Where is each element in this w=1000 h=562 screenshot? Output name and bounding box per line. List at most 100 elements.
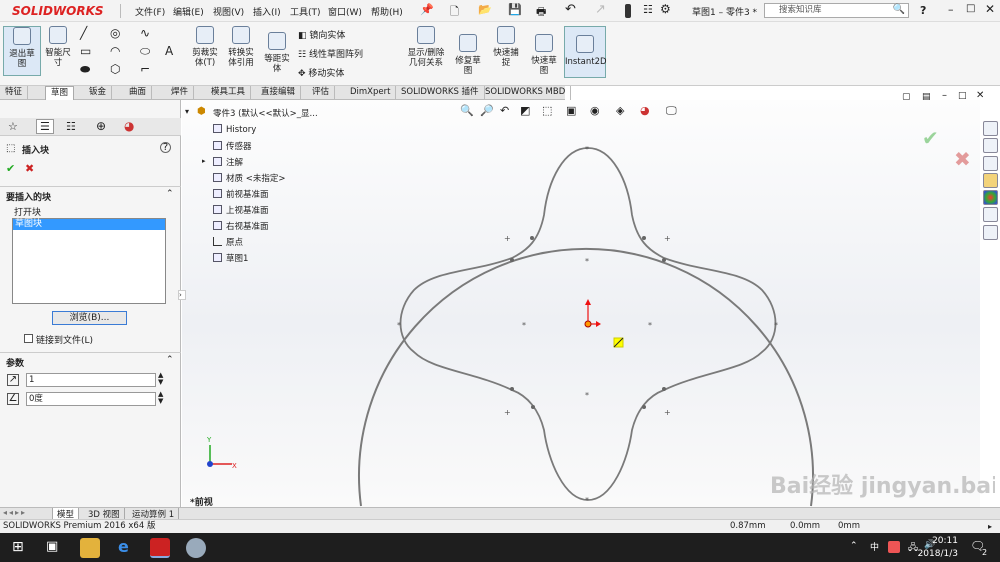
scale-spinner-icon[interactable]: ▲ ▼ (158, 372, 163, 386)
show-relations-button[interactable]: 显示/删除 几何关系 (404, 26, 448, 68)
solidworks-taskbar-icon[interactable] (150, 538, 170, 558)
spline-point-marker[interactable]: * (585, 496, 589, 505)
menu-tools[interactable]: 工具(T) (290, 5, 321, 18)
new-file-icon[interactable]: 🗋 (450, 3, 459, 22)
clock-time[interactable]: 20:11 (924, 536, 958, 546)
tab-dimxpert[interactable]: DimXpert (345, 86, 397, 100)
select-icon[interactable]: ↗ (595, 2, 606, 17)
tab-evaluate[interactable]: 评估 (307, 86, 336, 100)
tab-solidworks-addins[interactable]: SOLIDWORKS 插件 (396, 86, 485, 100)
edge-browser-icon[interactable]: e (118, 537, 129, 556)
menu-insert[interactable]: 插入(I) (253, 5, 281, 18)
view-palette-icon[interactable] (983, 173, 998, 188)
custom-properties-icon[interactable] (983, 207, 998, 222)
options-list-icon[interactable]: ☷ (643, 3, 653, 16)
construction-point[interactable]: + (664, 234, 671, 243)
spline-point-marker[interactable]: * (585, 391, 589, 400)
tangent-point[interactable] (642, 236, 646, 240)
tangent-point[interactable] (662, 387, 666, 391)
close-icon[interactable]: ✕ (985, 2, 995, 16)
smart-dimension-button[interactable]: 智能尺 寸 (42, 26, 74, 68)
convert-entities-button[interactable]: 转换实 体引用 (224, 26, 258, 68)
rapid-sketch-button[interactable]: 快速草 图 (528, 34, 560, 76)
fillet-tool-icon[interactable]: ⌐ (140, 62, 150, 76)
menu-help[interactable]: 帮助(H) (371, 5, 403, 18)
menu-edit[interactable]: 编辑(E) (173, 5, 204, 18)
tab-direct-editing[interactable]: 直接编辑 (256, 86, 302, 100)
menu-window[interactable]: 窗口(W) (328, 5, 362, 18)
panel-collapse-handle[interactable]: › (178, 290, 186, 300)
confirmation-corner[interactable]: ✔ ✖ (922, 126, 971, 171)
mirror-entities-button[interactable]: ◧ 镜向实体 (298, 28, 345, 41)
offset-entities-button[interactable]: 等距实 体 (260, 32, 294, 74)
app-taskbar-icon[interactable] (186, 538, 206, 558)
polygon-tool-icon[interactable]: ⬡ (110, 62, 120, 76)
search-icon[interactable]: 🔍 (893, 4, 905, 16)
search-box[interactable]: 搜索知识库 🔍 (764, 3, 909, 18)
construction-point[interactable]: + (504, 408, 511, 417)
feature-manager-icon[interactable]: ☆ (8, 120, 18, 133)
slot-tool-icon[interactable]: ⬬ (80, 62, 90, 77)
tray-arrow-icon[interactable]: ⌃ (850, 541, 858, 551)
rectangle-tool-icon[interactable]: ▭ (80, 44, 91, 58)
tangent-point[interactable] (662, 258, 666, 262)
tangent-point[interactable] (642, 405, 646, 409)
angle-spinner-icon[interactable]: ▲ ▼ (158, 391, 163, 405)
text-tool-icon[interactable]: A (165, 44, 173, 58)
help-icon[interactable]: ? (920, 4, 926, 17)
link-to-file-checkbox[interactable] (24, 334, 33, 343)
tab-weldments[interactable]: 焊件 (166, 86, 195, 100)
status-expand-icon[interactable]: ▸ (988, 520, 992, 533)
traffic-light-icon[interactable] (625, 4, 631, 18)
clock-date[interactable]: 2018/1/3 (914, 549, 958, 559)
tab-sheet-metal[interactable]: 钣金 (84, 86, 113, 100)
exit-sketch-button[interactable]: 退出草 图 (3, 26, 41, 76)
maximize-icon[interactable]: □ (966, 3, 975, 14)
property-manager-icon[interactable]: ☰ (36, 119, 54, 134)
tab-solidworks-mbd[interactable]: SOLIDWORKS MBD (480, 86, 572, 100)
linear-pattern-button[interactable]: ☷ 线性草图阵列 (298, 47, 363, 60)
open-file-icon[interactable]: 📂 (478, 3, 492, 16)
tangent-point[interactable] (510, 387, 514, 391)
repair-sketch-button[interactable]: 修复草 图 (452, 34, 484, 76)
outer-circle-arc[interactable] (358, 247, 814, 507)
settings-gear-icon[interactable]: ⚙ (660, 2, 671, 16)
arc-tool-icon[interactable]: ◠ (110, 44, 120, 58)
tab-scroll-arrows-icon[interactable]: ◂◂▸▸ (3, 508, 27, 517)
configuration-manager-icon[interactable]: ☷ (66, 120, 76, 133)
open-blocks-list[interactable]: 草图块 (12, 218, 166, 304)
tangent-point[interactable] (531, 405, 535, 409)
tangent-point[interactable] (530, 236, 534, 240)
cancel-x-icon[interactable]: ✖ (25, 162, 34, 175)
tangent-point[interactable] (510, 258, 514, 262)
windows-start-icon[interactable]: ⊞ (12, 539, 24, 555)
pin-icon[interactable]: 📌 (420, 3, 434, 16)
menu-file[interactable]: 文件(F) (135, 5, 165, 18)
tab-mold-tools[interactable]: 模具工具 (206, 86, 252, 100)
appearances-icon[interactable] (983, 190, 998, 205)
dimxpert-manager-icon[interactable]: ⊕ (96, 119, 106, 133)
forum-icon[interactable] (983, 225, 998, 240)
ime-indicator[interactable]: 中 (870, 540, 879, 553)
design-library-icon[interactable] (983, 138, 998, 153)
trim-entities-button[interactable]: 剪裁实 体(T) (188, 26, 222, 68)
browse-button[interactable]: 浏览(B)... (52, 311, 127, 325)
print-icon[interactable]: 🖶 (536, 3, 546, 22)
spline-tool-icon[interactable]: ∿ (140, 26, 150, 40)
line-tool-icon[interactable]: ╱ (80, 26, 87, 40)
panel-help-icon[interactable]: ? (160, 142, 171, 153)
angle-input[interactable]: 0度 (26, 392, 156, 406)
tab-features[interactable]: 特征 (0, 86, 29, 100)
menu-view[interactable]: 视图(V) (213, 5, 244, 18)
display-manager-icon[interactable]: ◕ (124, 119, 134, 133)
ok-check-icon[interactable]: ✔ (6, 162, 15, 175)
save-icon[interactable]: 💾 (508, 3, 522, 16)
sketch-origin[interactable] (584, 299, 601, 328)
spline-point-marker[interactable]: * (522, 321, 526, 330)
tab-sketch[interactable]: 草图 (45, 86, 75, 100)
list-item[interactable]: 草图块 (13, 219, 165, 230)
undo-icon[interactable]: ↶ (565, 2, 576, 17)
sogou-ime-icon[interactable] (888, 541, 900, 553)
construction-point[interactable]: + (504, 234, 511, 243)
circle-tool-icon[interactable]: ◎ (110, 26, 120, 40)
